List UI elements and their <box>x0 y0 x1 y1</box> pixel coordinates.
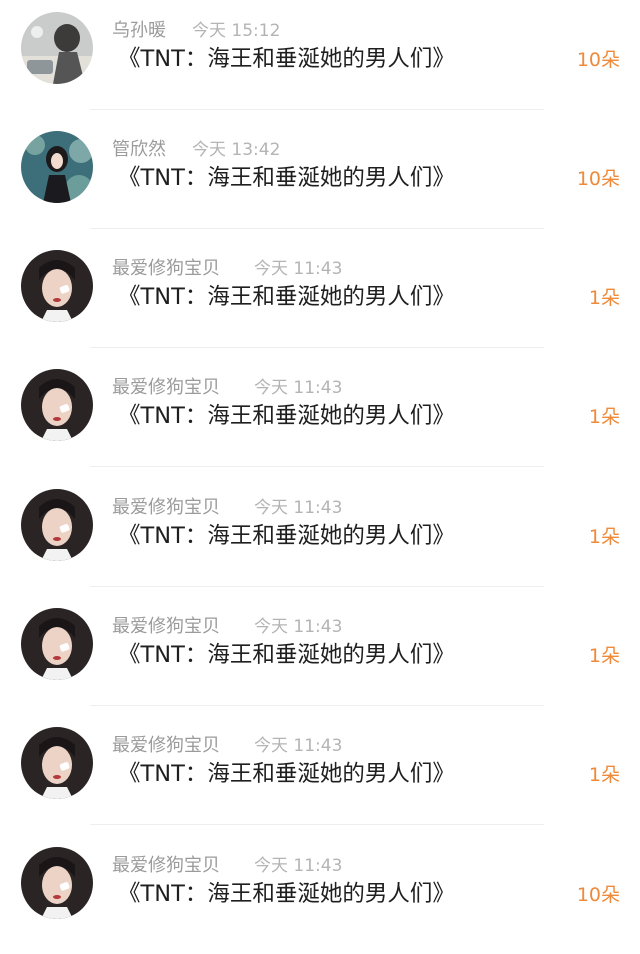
avatar-icon-c <box>21 369 93 441</box>
divider <box>90 586 544 587</box>
gift-title: 《TNT：海王和垂涎她的男人们》 <box>118 46 455 72</box>
gift-record-row[interactable]: 最爱修狗宝贝 今天 11:43 《TNT：海王和垂涎她的男人们》 1朵 <box>0 715 640 834</box>
avatar-icon-c <box>21 489 93 561</box>
gift-title: 《TNT：海王和垂涎她的男人们》 <box>118 165 455 191</box>
avatar-icon-c <box>21 608 93 680</box>
timestamp: 今天 13:42 <box>192 140 281 160</box>
avatar-icon-c <box>21 727 93 799</box>
gift-record-row[interactable]: 最爱修狗宝贝 今天 11:43 《TNT：海王和垂涎她的男人们》 1朵 <box>0 357 640 476</box>
timestamp: 今天 11:43 <box>254 259 343 279</box>
user-avatar[interactable] <box>21 250 93 322</box>
username[interactable]: 管欣然 <box>112 138 166 162</box>
divider <box>90 824 544 825</box>
user-avatar[interactable] <box>21 727 93 799</box>
gift-count: 1朵 <box>588 764 620 786</box>
username[interactable]: 最爱修狗宝贝 <box>112 257 220 281</box>
username[interactable]: 最爱修狗宝贝 <box>112 734 220 758</box>
divider <box>90 109 544 110</box>
user-avatar[interactable] <box>21 12 93 84</box>
timestamp: 今天 11:43 <box>254 498 343 518</box>
avatar-icon-c <box>21 847 93 919</box>
user-avatar[interactable] <box>21 608 93 680</box>
username[interactable]: 最爱修狗宝贝 <box>112 854 220 878</box>
divider <box>90 228 544 229</box>
divider <box>90 466 544 467</box>
user-avatar[interactable] <box>21 489 93 561</box>
gift-count: 1朵 <box>588 526 620 548</box>
gift-title: 《TNT：海王和垂涎她的男人们》 <box>118 523 455 549</box>
gift-count: 1朵 <box>588 287 620 309</box>
gift-record-row[interactable]: 乌孙暖 今天 15:12 《TNT：海王和垂涎她的男人们》 10朵 <box>0 0 640 119</box>
gift-count: 1朵 <box>588 406 620 428</box>
username[interactable]: 最爱修狗宝贝 <box>112 615 220 639</box>
avatar-icon-c <box>21 250 93 322</box>
user-avatar[interactable] <box>21 847 93 919</box>
gift-record-list: 乌孙暖 今天 15:12 《TNT：海王和垂涎她的男人们》 10朵 管欣然 今天… <box>0 0 640 941</box>
gift-title: 《TNT：海王和垂涎她的男人们》 <box>118 881 455 907</box>
username[interactable]: 最爱修狗宝贝 <box>112 496 220 520</box>
gift-title: 《TNT：海王和垂涎她的男人们》 <box>118 642 455 668</box>
username[interactable]: 最爱修狗宝贝 <box>112 376 220 400</box>
timestamp: 今天 11:43 <box>254 856 343 876</box>
gift-count: 1朵 <box>588 645 620 667</box>
timestamp: 今天 11:43 <box>254 378 343 398</box>
gift-record-row[interactable]: 管欣然 今天 13:42 《TNT：海王和垂涎她的男人们》 10朵 <box>0 119 640 238</box>
gift-record-row[interactable]: 最爱修狗宝贝 今天 11:43 《TNT：海王和垂涎她的男人们》 10朵 <box>0 835 640 954</box>
username[interactable]: 乌孙暖 <box>112 19 166 43</box>
gift-title: 《TNT：海王和垂涎她的男人们》 <box>118 761 455 787</box>
divider <box>90 347 544 348</box>
timestamp: 今天 11:43 <box>254 617 343 637</box>
avatar-icon-b <box>21 131 93 203</box>
timestamp: 今天 11:43 <box>254 736 343 756</box>
gift-record-row[interactable]: 最爱修狗宝贝 今天 11:43 《TNT：海王和垂涎她的男人们》 1朵 <box>0 477 640 596</box>
gift-record-row[interactable]: 最爱修狗宝贝 今天 11:43 《TNT：海王和垂涎她的男人们》 1朵 <box>0 238 640 357</box>
gift-title: 《TNT：海王和垂涎她的男人们》 <box>118 284 455 310</box>
gift-record-row[interactable]: 最爱修狗宝贝 今天 11:43 《TNT：海王和垂涎她的男人们》 1朵 <box>0 596 640 715</box>
avatar-icon-a <box>21 12 93 84</box>
timestamp: 今天 15:12 <box>192 21 281 41</box>
divider <box>90 705 544 706</box>
gift-count: 10朵 <box>576 884 620 906</box>
gift-count: 10朵 <box>576 168 620 190</box>
gift-title: 《TNT：海王和垂涎她的男人们》 <box>118 403 455 429</box>
user-avatar[interactable] <box>21 131 93 203</box>
gift-count: 10朵 <box>576 49 620 71</box>
user-avatar[interactable] <box>21 369 93 441</box>
